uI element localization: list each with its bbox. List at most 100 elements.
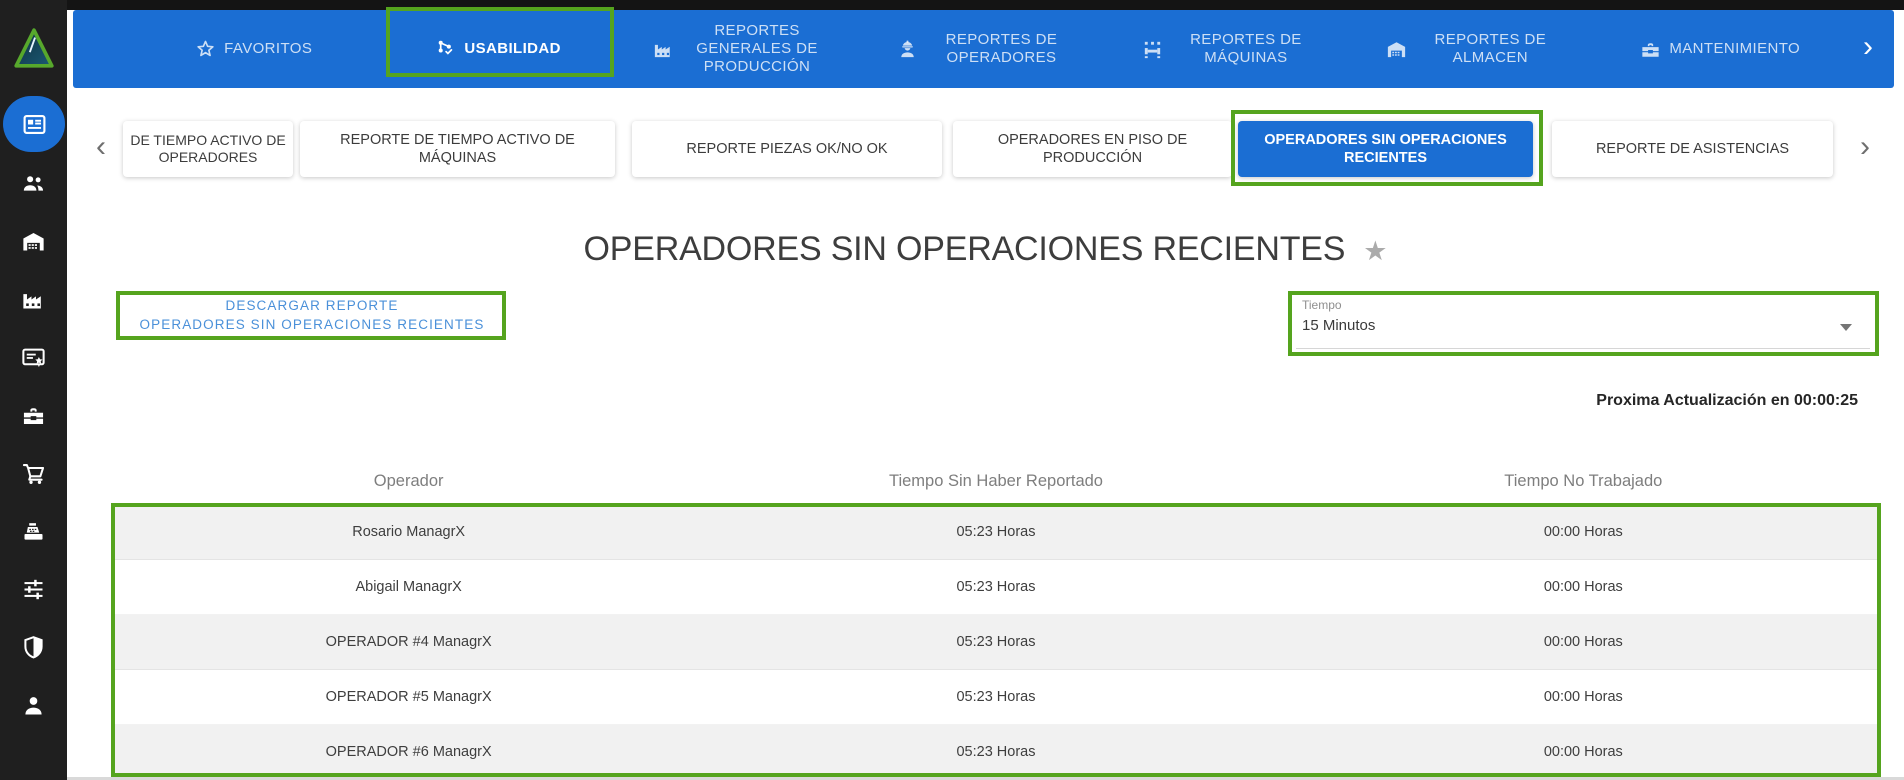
usability-branch-icon bbox=[434, 38, 457, 61]
nav-tab-label: MANTENIMIENTO bbox=[1669, 40, 1800, 58]
table-row: OPERADOR #4 ManagrX 05:23 Horas 00:00 Ho… bbox=[115, 615, 1877, 670]
table-body: Rosario ManagrX 05:23 Horas 00:00 Horas … bbox=[115, 505, 1877, 780]
table-header-operador: Operador bbox=[115, 472, 702, 491]
cell-tiempo-sin-reportar: 05:23 Horas bbox=[702, 579, 1289, 595]
toolbox-icon bbox=[20, 402, 47, 429]
report-tab-operadores-piso[interactable]: OPERADORES EN PISO DE PRODUCCIÓN bbox=[953, 121, 1232, 177]
cell-tiempo-no-trabajado: 00:00 Horas bbox=[1290, 744, 1877, 760]
table-row: Rosario ManagrX 05:23 Horas 00:00 Horas bbox=[115, 505, 1877, 560]
nav-tab-label: REPORTES DE OPERADORES bbox=[926, 31, 1076, 66]
sidebar-item-dashboard[interactable] bbox=[3, 96, 65, 152]
chevron-right-icon: › bbox=[1860, 130, 1870, 163]
report-tab-tiempo-activo-operadores[interactable]: DE TIEMPO ACTIVO DE OPERADORES bbox=[123, 121, 293, 177]
nav-tab-label: REPORTES DE MÁQUINAS bbox=[1171, 31, 1321, 66]
table-row: OPERADOR #6 ManagrX 05:23 Horas 00:00 Ho… bbox=[115, 725, 1877, 780]
operator-icon bbox=[896, 38, 919, 61]
top-dark-strip bbox=[0, 0, 1904, 10]
sidebar-item-tune[interactable] bbox=[0, 560, 67, 618]
dashboard-icon bbox=[21, 111, 48, 138]
nav-tab-favoritos[interactable]: FAVORITOS bbox=[131, 10, 375, 88]
sidebar bbox=[0, 0, 67, 780]
toolbox-icon bbox=[1639, 38, 1662, 61]
sidebar-item-certificate[interactable] bbox=[0, 328, 67, 386]
cell-operador: OPERADOR #6 ManagrX bbox=[115, 744, 702, 760]
warehouse-icon bbox=[1385, 38, 1408, 61]
report-tab-label: REPORTE PIEZAS OK/NO OK bbox=[686, 140, 887, 158]
nav-tab-label: FAVORITOS bbox=[224, 40, 312, 58]
sidebar-item-factory[interactable] bbox=[0, 270, 67, 328]
delta-logo-icon bbox=[13, 26, 55, 70]
star-outline-icon bbox=[194, 38, 217, 61]
factory-icon bbox=[20, 286, 47, 313]
page-title: OPERADORES SIN OPERACIONES RECIENTES bbox=[584, 230, 1346, 269]
report-tab-operadores-sin-operaciones[interactable]: OPERADORES SIN OPERACIONES RECIENTES bbox=[1238, 121, 1533, 177]
certificate-icon bbox=[20, 344, 47, 371]
report-tab-label: OPERADORES EN PISO DE PRODUCCIÓN bbox=[963, 131, 1222, 167]
sidebar-item-cash-register[interactable] bbox=[0, 502, 67, 560]
tiempo-select[interactable]: Tiempo 15 Minutos bbox=[1296, 296, 1870, 349]
top-nav-bar: FAVORITOS USABILIDAD REPORTES GENERALES … bbox=[73, 10, 1894, 88]
cell-tiempo-sin-reportar: 05:23 Horas bbox=[702, 634, 1289, 650]
report-tabs-next-chevron[interactable]: › bbox=[1860, 132, 1870, 162]
cart-icon bbox=[20, 460, 47, 487]
chevron-left-icon: ‹ bbox=[96, 130, 106, 163]
tiempo-select-value: 15 Minutos bbox=[1302, 317, 1375, 334]
sidebar-item-warehouse[interactable] bbox=[0, 212, 67, 270]
cell-operador: Rosario ManagrX bbox=[115, 524, 702, 540]
chevron-right-icon: › bbox=[1863, 30, 1873, 64]
nav-tab-reportes-operadores[interactable]: REPORTES DE OPERADORES bbox=[864, 10, 1108, 88]
shield-icon bbox=[20, 634, 47, 661]
tune-icon bbox=[20, 576, 47, 603]
table-header-row: Operador Tiempo Sin Haber Reportado Tiem… bbox=[115, 458, 1877, 504]
cell-tiempo-no-trabajado: 00:00 Horas bbox=[1290, 634, 1877, 650]
nav-more-chevron[interactable]: › bbox=[1842, 10, 1894, 88]
cell-tiempo-sin-reportar: 05:23 Horas bbox=[702, 744, 1289, 760]
nav-tab-label: REPORTES GENERALES DE PRODUCCIÓN bbox=[682, 22, 832, 75]
tiempo-select-label: Tiempo bbox=[1302, 298, 1342, 312]
sidebar-nav bbox=[0, 96, 67, 734]
cell-operador: OPERADOR #5 ManagrX bbox=[115, 689, 702, 705]
cell-tiempo-no-trabajado: 00:00 Horas bbox=[1290, 689, 1877, 705]
sidebar-item-people[interactable] bbox=[0, 154, 67, 212]
nav-tab-reportes-almacen[interactable]: REPORTES DE ALMACEN bbox=[1353, 10, 1597, 88]
nav-tab-usabilidad[interactable]: USABILIDAD bbox=[375, 10, 619, 88]
sidebar-item-toolbox[interactable] bbox=[0, 386, 67, 444]
report-tab-label: DE TIEMPO ACTIVO DE OPERADORES bbox=[125, 132, 291, 167]
nav-tab-mantenimiento[interactable]: MANTENIMIENTO bbox=[1598, 10, 1842, 88]
table-row: OPERADOR #5 ManagrX 05:23 Horas 00:00 Ho… bbox=[115, 670, 1877, 725]
nav-tab-reportes-maquinas[interactable]: REPORTES DE MÁQUINAS bbox=[1109, 10, 1353, 88]
report-tab-tiempo-activo-maquinas[interactable]: REPORTE DE TIEMPO ACTIVO DE MÁQUINAS bbox=[300, 121, 615, 177]
sidebar-item-user[interactable] bbox=[0, 676, 67, 734]
download-link-line2: OPERADORES SIN OPERACIONES RECIENTES bbox=[118, 316, 506, 335]
report-tab-label: REPORTE DE TIEMPO ACTIVO DE MÁQUINAS bbox=[310, 131, 605, 167]
dropdown-caret-icon bbox=[1840, 324, 1852, 331]
cell-tiempo-sin-reportar: 05:23 Horas bbox=[702, 524, 1289, 540]
cell-tiempo-no-trabajado: 00:00 Horas bbox=[1290, 524, 1877, 540]
sidebar-item-security[interactable] bbox=[0, 618, 67, 676]
cell-tiempo-no-trabajado: 00:00 Horas bbox=[1290, 579, 1877, 595]
table-header-tiempo-sin-reportar: Tiempo Sin Haber Reportado bbox=[702, 472, 1289, 491]
sidebar-item-cart[interactable] bbox=[0, 444, 67, 502]
factory-icon bbox=[652, 38, 675, 61]
table-header-tiempo-no-trabajado: Tiempo No Trabajado bbox=[1290, 472, 1877, 491]
report-tab-label: OPERADORES SIN OPERACIONES RECIENTES bbox=[1248, 131, 1523, 167]
next-refresh-countdown: Proxima Actualización en 00:00:25 bbox=[1596, 392, 1858, 410]
favorite-star-icon[interactable]: ★ bbox=[1363, 236, 1387, 267]
machines-icon bbox=[1141, 38, 1164, 61]
app-logo bbox=[0, 0, 67, 96]
person-icon bbox=[20, 692, 47, 719]
nav-tab-label: REPORTES DE ALMACEN bbox=[1415, 31, 1565, 66]
report-tab-piezas-ok[interactable]: REPORTE PIEZAS OK/NO OK bbox=[632, 121, 942, 177]
report-tab-asistencias[interactable]: REPORTE DE ASISTENCIAS bbox=[1552, 121, 1833, 177]
download-report-link[interactable]: DESCARGAR REPORTE OPERADORES SIN OPERACI… bbox=[118, 297, 506, 335]
cell-operador: Abigail ManagrX bbox=[115, 579, 702, 595]
warehouse-icon bbox=[20, 228, 47, 255]
page-title-row: OPERADORES SIN OPERACIONES RECIENTES ★ bbox=[67, 230, 1904, 269]
table-row: Abigail ManagrX 05:23 Horas 00:00 Horas bbox=[115, 560, 1877, 615]
report-tabs-prev-chevron[interactable]: ‹ bbox=[96, 132, 106, 162]
cell-operador: OPERADOR #4 ManagrX bbox=[115, 634, 702, 650]
nav-tab-reportes-produccion[interactable]: REPORTES GENERALES DE PRODUCCIÓN bbox=[620, 10, 864, 88]
nav-tab-label: USABILIDAD bbox=[464, 40, 561, 58]
cell-tiempo-sin-reportar: 05:23 Horas bbox=[702, 689, 1289, 705]
people-icon bbox=[20, 170, 47, 197]
